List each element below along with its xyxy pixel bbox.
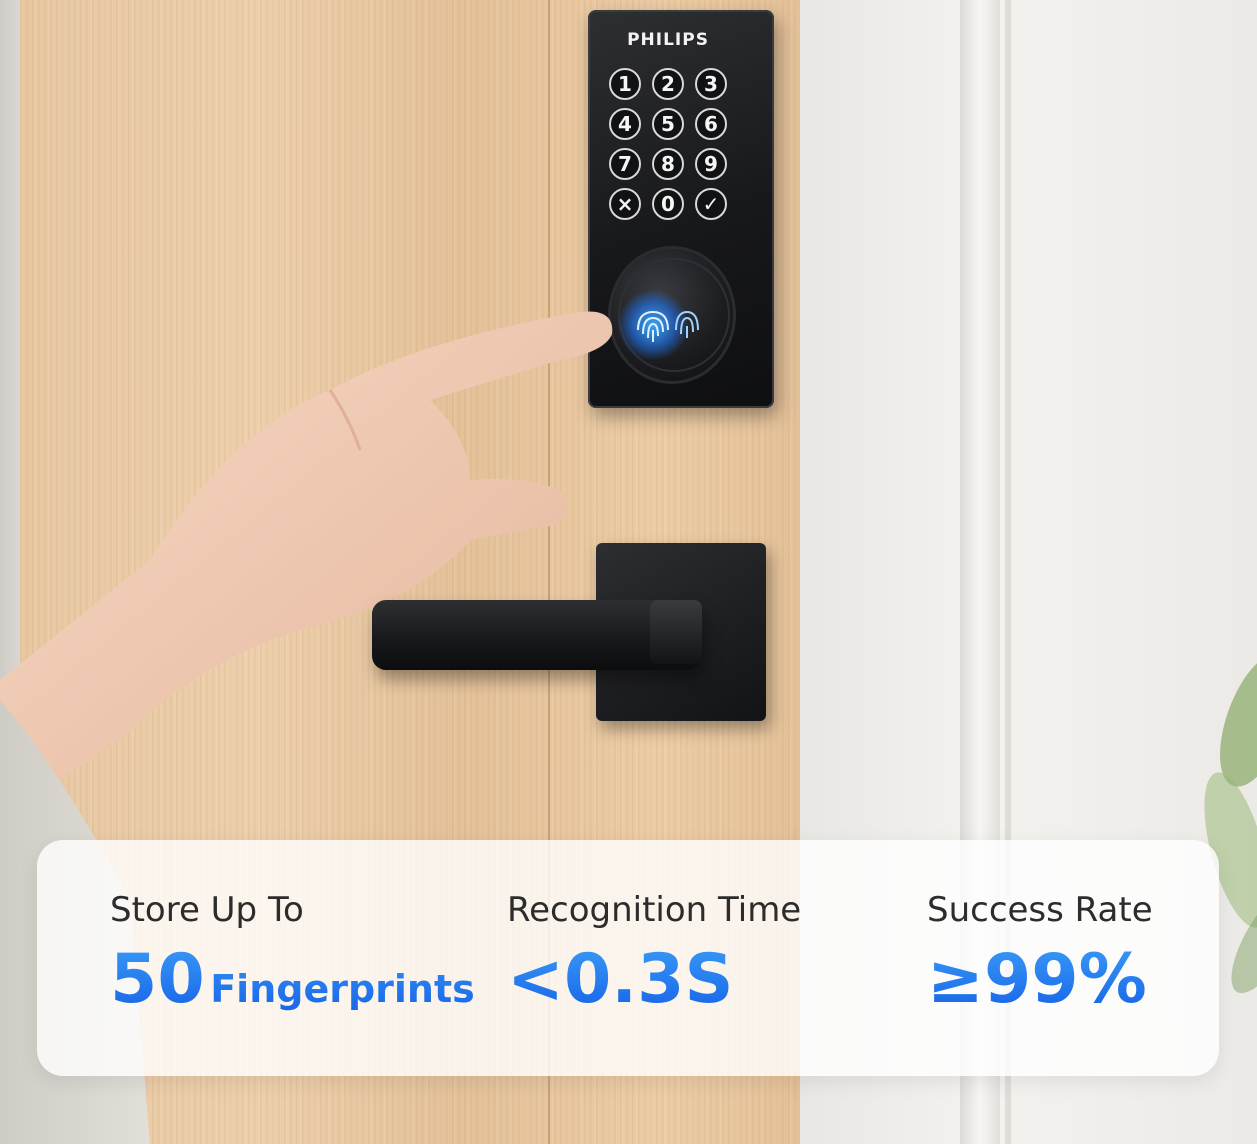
stat-value: ≥99% — [927, 940, 1147, 1019]
feature-stats-card: Store Up To 50 Fingerprints Recognition … — [37, 840, 1219, 1076]
key-7: 7 — [609, 148, 641, 180]
key-3: 3 — [695, 68, 727, 100]
fingerprint-icon-secondary — [675, 310, 699, 338]
key-6: 6 — [695, 108, 727, 140]
key-cancel: × — [609, 188, 641, 220]
brand-logo: PHILIPS — [627, 30, 709, 50]
stat-value: <0.3S — [507, 940, 734, 1019]
lever-hub — [650, 600, 702, 664]
stat-label: Success Rate — [927, 890, 1153, 930]
stat-unit: Fingerprints — [210, 967, 475, 1011]
key-2: 2 — [652, 68, 684, 100]
key-8: 8 — [652, 148, 684, 180]
key-confirm: ✓ — [695, 188, 727, 220]
fingerprint-rosette — [608, 246, 736, 384]
key-0: 0 — [652, 188, 684, 220]
stat-label: Store Up To — [110, 890, 304, 930]
key-4: 4 — [609, 108, 641, 140]
key-9: 9 — [695, 148, 727, 180]
key-5: 5 — [652, 108, 684, 140]
stat-value: 50 Fingerprints — [110, 940, 475, 1019]
stat-label: Recognition Time — [507, 890, 802, 930]
keypad: 1 2 3 4 5 6 7 8 9 × 0 ✓ — [609, 68, 735, 220]
stat-number: 50 — [110, 940, 205, 1019]
key-1: 1 — [609, 68, 641, 100]
